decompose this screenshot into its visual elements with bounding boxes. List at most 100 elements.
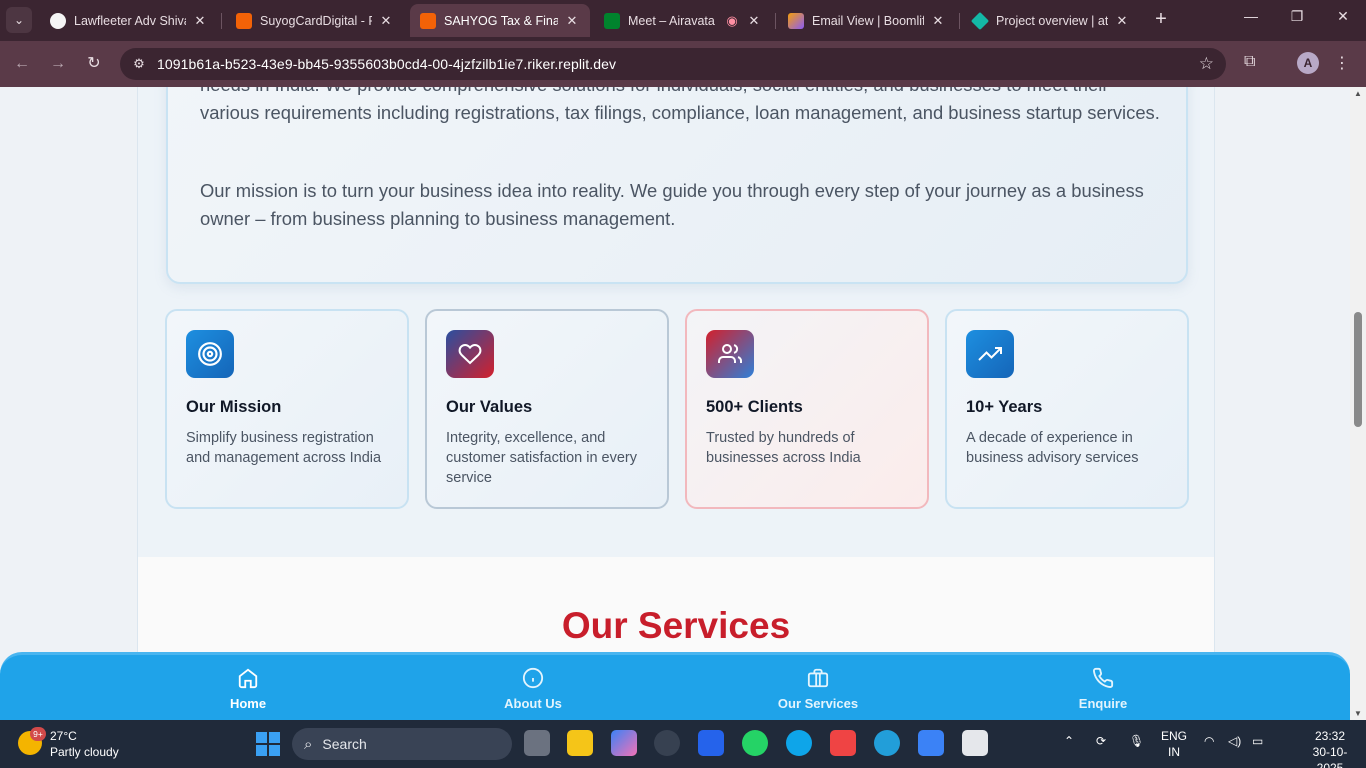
scroll-up-icon[interactable]: ▲	[1353, 89, 1363, 98]
tab-divider	[775, 13, 776, 29]
bookmark-star-icon[interactable]: ☆	[1199, 54, 1214, 74]
close-window-icon[interactable]: ✕	[1328, 8, 1358, 25]
reload-icon[interactable]: ↻	[82, 52, 106, 76]
close-tab-icon[interactable]: ✕	[378, 13, 394, 29]
services-heading: Our Services	[561, 605, 791, 646]
feature-title: Our Mission	[186, 398, 282, 416]
info-icon	[522, 667, 544, 689]
feature-card-values: Our Values Integrity, excellence, and cu…	[425, 309, 669, 509]
feature-card-years: 10+ Years A decade of experience in busi…	[945, 309, 1189, 509]
close-tab-icon[interactable]: ✕	[564, 13, 580, 29]
taskbar-search[interactable]: ⌕ Search	[292, 728, 512, 760]
replit-favicon-icon	[420, 12, 436, 29]
edge-icon[interactable]	[786, 730, 812, 756]
chrome-icon[interactable]	[654, 730, 680, 756]
restore-icon[interactable]: ❐	[1282, 8, 1312, 25]
file-explorer-icon[interactable]	[567, 730, 593, 756]
notification-badge: 9+	[30, 727, 46, 741]
users-icon	[706, 330, 754, 378]
address-bar[interactable]: ⚙ 1091b61a-b523-43e9-bb45-9355603b0cd4-0…	[120, 48, 1226, 80]
about-paragraph: needs in India. We provide comprehensive…	[200, 87, 1160, 123]
url-text[interactable]: 1091b61a-b523-43e9-bb45-9355603b0cd4-00-…	[157, 56, 616, 72]
forward-icon[interactable]: →	[46, 52, 70, 76]
system-clock[interactable]: 23:32 30-10-2025	[1300, 728, 1360, 768]
nav-label: About Us	[504, 696, 562, 711]
tray-overflow-icon[interactable]: ⌃	[1064, 734, 1074, 748]
tab-suyogcard[interactable]: SuyogCardDigital - Re ✕	[226, 5, 404, 36]
telegram-icon[interactable]	[874, 730, 900, 756]
page-scrollbar[interactable]: ▲ ▼	[1350, 87, 1366, 720]
language-indicator[interactable]: ENG IN	[1160, 728, 1188, 760]
recording-icon: ◉	[726, 12, 738, 28]
boomlify-favicon-icon	[788, 12, 804, 29]
nav-home[interactable]: Home	[168, 667, 328, 711]
heart-icon	[446, 330, 494, 378]
feature-description: Trusted by hundreds of businesses across…	[706, 430, 861, 466]
mission-paragraph: Our mission is to turn your business ide…	[200, 180, 1144, 229]
copilot-icon[interactable]	[611, 730, 637, 756]
nav-label: Our Services	[777, 696, 859, 711]
briefcase-icon	[807, 668, 829, 688]
nav-enquire[interactable]: Enquire	[1023, 667, 1183, 711]
windows-start-icon[interactable]	[256, 732, 280, 756]
tab-title: Meet – Airavata M	[628, 13, 718, 28]
extensions-icon[interactable]: ⧉	[1244, 53, 1255, 71]
target-icon	[186, 330, 234, 378]
wifi-icon[interactable]: ◠	[1204, 734, 1214, 748]
clock-date: 30-10-2025	[1312, 745, 1348, 768]
microsoft-store-icon[interactable]	[698, 730, 724, 756]
tab-meet[interactable]: Meet – Airavata M ◉ ✕	[594, 5, 772, 36]
region-code: IN	[1168, 745, 1180, 759]
tab-divider	[221, 13, 222, 29]
feature-description: A decade of experience in business advis…	[966, 430, 1139, 466]
weather-temperature: 27°C	[50, 729, 77, 743]
feature-card-mission: Our Mission Simplify business registrati…	[165, 309, 409, 509]
feature-description: Simplify business registration and manag…	[186, 430, 382, 466]
menu-kebab-icon[interactable]: ⋮	[1334, 53, 1350, 73]
battery-icon[interactable]: ▭	[1252, 734, 1263, 748]
task-view-icon[interactable]	[524, 730, 550, 756]
tab-strip: ⌄ Lawfleeter Adv Shivar ✕ SuyogCardDigit…	[0, 0, 1366, 41]
notepad-icon[interactable]	[918, 730, 944, 756]
whatsapp-icon[interactable]	[742, 730, 768, 756]
nav-label: Home	[229, 696, 267, 711]
tab-boomlify[interactable]: Email View | Boomlify ✕	[778, 5, 956, 36]
tab-lawfleeter[interactable]: Lawfleeter Adv Shivar ✕	[40, 5, 218, 36]
feature-title: Our Values	[446, 398, 533, 416]
tab-search-button[interactable]: ⌄	[6, 7, 32, 33]
windows-taskbar: 9+ 27°C Partly cloudy ⌕ Search ⌃ ⟳ 🎙 ENG…	[0, 720, 1366, 768]
close-tab-icon[interactable]: ✕	[192, 13, 208, 29]
youtube-icon[interactable]	[830, 730, 856, 756]
search-placeholder: Search	[322, 736, 367, 752]
feature-description: Integrity, excellence, and customer sati…	[446, 430, 637, 486]
nav-about-us[interactable]: About Us	[453, 667, 613, 711]
about-section: needs in India. We provide comprehensive…	[137, 87, 1215, 720]
chevron-down-icon: ⌄	[13, 13, 25, 27]
new-tab-button[interactable]: +	[1150, 8, 1172, 30]
snipping-tool-icon[interactable]	[962, 730, 988, 756]
close-tab-icon[interactable]: ✕	[930, 13, 946, 29]
tab-project-overview[interactable]: Project overview | atd ✕	[962, 5, 1140, 36]
microphone-icon[interactable]: 🎙	[1129, 734, 1144, 748]
site-info-icon[interactable]: ⚙	[130, 55, 148, 73]
sync-icon[interactable]: ⟳	[1096, 734, 1106, 748]
volume-icon[interactable]: ◁)	[1228, 734, 1241, 748]
nav-our-services[interactable]: Our Services	[738, 667, 898, 711]
back-icon[interactable]: ←	[10, 52, 34, 76]
close-tab-icon[interactable]: ✕	[1114, 13, 1130, 29]
minimize-icon[interactable]: —	[1236, 8, 1266, 24]
clock-time: 23:32	[1314, 729, 1346, 743]
tab-title: Email View | Boomlify	[812, 13, 924, 28]
tab-title: Lawfleeter Adv Shivar	[74, 13, 186, 28]
weather-condition: Partly cloudy	[50, 745, 119, 759]
about-card: needs in India. We provide comprehensive…	[166, 87, 1188, 284]
scrollbar-thumb[interactable]	[1354, 312, 1362, 427]
nav-label: Enquire	[1078, 696, 1128, 711]
feature-card-clients: 500+ Clients Trusted by hundreds of busi…	[685, 309, 929, 509]
close-tab-icon[interactable]: ✕	[746, 13, 762, 29]
search-icon: ⌕	[304, 735, 313, 753]
scroll-down-icon[interactable]: ▼	[1353, 709, 1363, 718]
tab-divider	[959, 13, 960, 29]
profile-avatar[interactable]: A	[1297, 52, 1319, 74]
tab-sahyog[interactable]: SAHYOG Tax & Financ ✕	[410, 4, 590, 37]
